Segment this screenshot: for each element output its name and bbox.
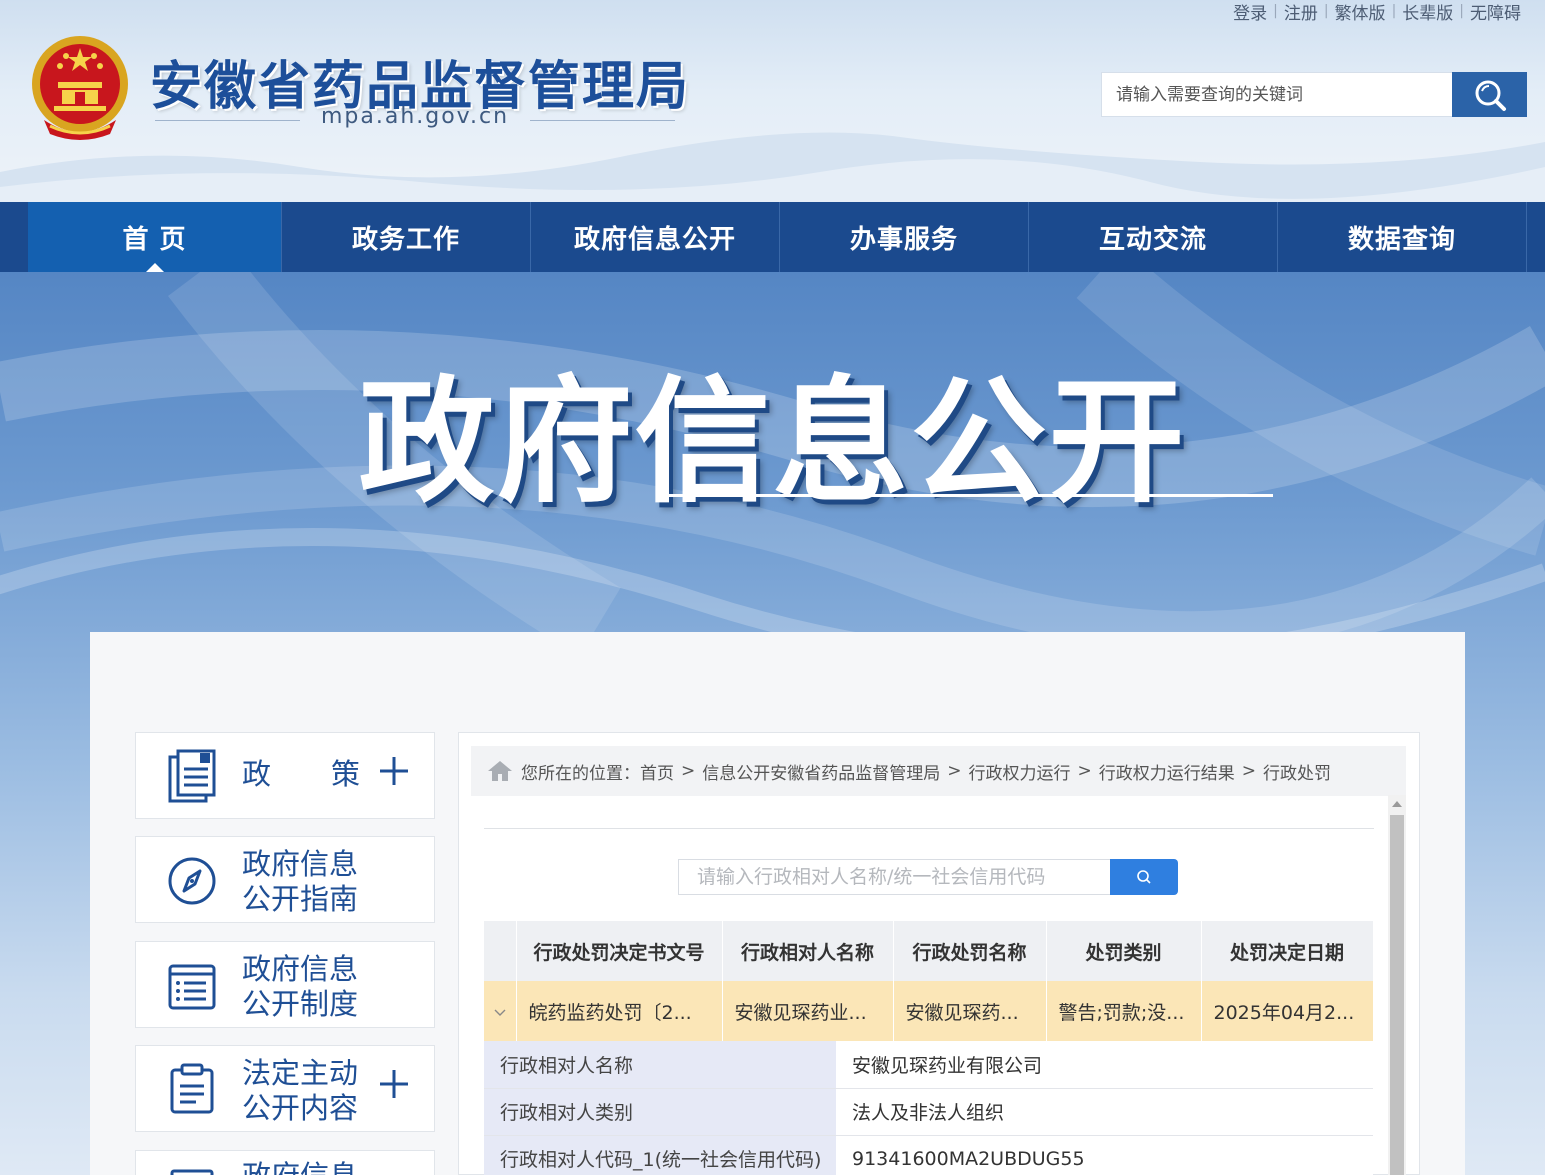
breadcrumb-prefix: 您所在的位置： xyxy=(521,763,640,784)
login-link[interactable]: 登录 xyxy=(1227,0,1273,24)
scroll-up-arrow-icon[interactable] xyxy=(1392,801,1402,807)
top-links: 登录 | 注册 | 繁体版 | 长辈版 | 无障碍 xyxy=(1227,0,1527,24)
table-cell: 安徽见琛药... xyxy=(893,981,1047,1041)
nav-item-data-query[interactable]: 数据查询 xyxy=(1278,202,1527,272)
nav-item-information-disclosure[interactable]: 政府信息公开 xyxy=(531,202,780,272)
sidebar-item-label: 公开内容 xyxy=(242,1091,359,1125)
accessibility-link[interactable]: 无障碍 xyxy=(1464,0,1527,24)
breadcrumb-admin-penalty[interactable]: 行政处罚 xyxy=(1263,759,1331,784)
breadcrumb-admin-power[interactable]: 行政权力运行 xyxy=(969,759,1071,784)
breadcrumb-bureau[interactable]: 信息公开安徽省药品监督管理局 xyxy=(702,759,940,784)
banner-title: 政府信息公开 xyxy=(358,364,1187,522)
detail-value: 法人及非法人组织 xyxy=(836,1088,1373,1136)
search-icon xyxy=(1137,870,1151,884)
detail-row: 行政相对人代码_1(统一社会信用代码) 91341600MA2UBDUG55 xyxy=(484,1135,1373,1175)
site-search-input[interactable] xyxy=(1101,72,1452,117)
table-header-row: 行政处罚决定书文号 行政相对人名称 行政处罚名称 处罚类别 处罚决定日期 xyxy=(484,921,1374,981)
sidebar-item-label: 公开指南 xyxy=(242,882,359,916)
site-search xyxy=(1101,72,1527,117)
sidebar-item-label: 策 xyxy=(330,757,360,791)
search-icon xyxy=(1475,80,1506,111)
banner-underline xyxy=(663,494,1273,497)
scrollbar[interactable] xyxy=(1388,795,1406,1175)
detail-row: 行政相对人名称 安徽见琛药业有限公司 xyxy=(484,1041,1373,1089)
content-panel: 政 策 政府信息 公开指南 政府信息 公开制度 法定主动 公开内容 您所在的位置… xyxy=(90,632,1465,1175)
site-domain: mpa.ah.gov.cn xyxy=(155,104,675,129)
register-link[interactable]: 注册 xyxy=(1278,0,1324,24)
table-cell: 安徽见琛药业... xyxy=(722,981,894,1041)
compass-icon xyxy=(168,857,216,905)
penalty-search xyxy=(678,859,1178,895)
table-row[interactable]: 皖药监药处罚〔2... 安徽见琛药业... 安徽见琛药... 警告;罚款;没..… xyxy=(484,981,1374,1041)
detail-value: 91341600MA2UBDUG55 xyxy=(836,1135,1373,1175)
site-header: 登录 | 注册 | 繁体版 | 长辈版 | 无障碍 安徽省药品监督管理局 mpa.ah.… xyxy=(0,0,1545,202)
detail-key: 行政相对人类别 xyxy=(484,1088,836,1136)
site-search-button[interactable] xyxy=(1452,72,1527,117)
expand-plus-icon[interactable] xyxy=(378,1068,410,1100)
national-emblem-icon xyxy=(32,36,128,140)
document-icon xyxy=(168,749,216,803)
sidebar-item-label: 政 xyxy=(242,757,272,791)
sidebar-item-policy[interactable]: 政 策 xyxy=(135,732,435,819)
main-content: 您所在的位置： 首页 > 信息公开安徽省药品监督管理局 > 行政权力运行 > 行… xyxy=(458,732,1420,1175)
penalty-search-input[interactable] xyxy=(678,859,1110,895)
detail-value: 安徽见琛药业有限公司 xyxy=(836,1041,1373,1089)
table-header: 行政相对人名称 xyxy=(722,921,894,981)
nav-item-services[interactable]: 办事服务 xyxy=(780,202,1029,272)
breadcrumb: 您所在的位置： 首页 > 信息公开安徽省药品监督管理局 > 行政权力运行 > 行… xyxy=(471,746,1406,796)
penalty-search-button[interactable] xyxy=(1110,859,1178,895)
sidebar-item-government-information[interactable]: 政府信息 xyxy=(135,1150,435,1175)
row-toggle[interactable] xyxy=(484,981,517,1041)
table-header: 处罚决定日期 xyxy=(1201,921,1374,981)
table-header: 处罚类别 xyxy=(1046,921,1202,981)
sidebar-item-label: 法定主动 xyxy=(242,1056,359,1090)
elder-version-link[interactable]: 长辈版 xyxy=(1396,0,1459,24)
table-header: 行政处罚名称 xyxy=(893,921,1047,981)
nav-item-home[interactable]: 首 页 xyxy=(28,202,282,272)
list-icon xyxy=(168,964,216,1010)
detail-key: 行政相对人代码_1(统一社会信用代码) xyxy=(484,1135,836,1175)
nav-item-interaction[interactable]: 互动交流 xyxy=(1029,202,1278,272)
breadcrumb-separator: > xyxy=(1077,761,1092,781)
home-icon xyxy=(488,761,512,781)
clipboard-icon xyxy=(170,1063,214,1114)
detail-row: 行政相对人类别 法人及非法人组织 xyxy=(484,1088,1373,1136)
document-icon xyxy=(170,1169,214,1175)
penalty-detail-table: 行政相对人名称 安徽见琛药业有限公司 行政相对人类别 法人及非法人组织 行政相对… xyxy=(484,1041,1373,1175)
breadcrumb-separator: > xyxy=(947,761,962,781)
sidebar-item-disclosure-system[interactable]: 政府信息 公开制度 xyxy=(135,941,435,1028)
table-cell: 2025年04月2... xyxy=(1201,981,1374,1041)
table-cell: 警告;罚款;没... xyxy=(1046,981,1202,1041)
sidebar-item-label: 政府信息 xyxy=(242,952,359,986)
sidebar-item-label: 公开制度 xyxy=(242,987,359,1021)
sidebar-item-disclosure-guide[interactable]: 政府信息 公开指南 xyxy=(135,836,435,923)
table-header: 行政处罚决定书文号 xyxy=(516,921,723,981)
breadcrumb-separator: > xyxy=(1241,761,1256,781)
chevron-down-icon xyxy=(494,1009,506,1016)
main-nav: 首 页 政务工作 政府信息公开 办事服务 互动交流 数据查询 xyxy=(0,202,1545,272)
breadcrumb-separator: > xyxy=(681,761,696,781)
sidebar-item-label: 政府信息 xyxy=(242,1159,358,1175)
sidebar-item-statutory-content[interactable]: 法定主动 公开内容 xyxy=(135,1045,435,1132)
expand-plus-icon[interactable] xyxy=(378,755,410,787)
traditional-chinese-link[interactable]: 繁体版 xyxy=(1329,0,1392,24)
nav-item-government-affairs[interactable]: 政务工作 xyxy=(282,202,531,272)
divider xyxy=(484,828,1374,829)
breadcrumb-admin-power-results[interactable]: 行政权力运行结果 xyxy=(1099,759,1235,784)
embedded-frame: 行政处罚决定书文号 行政相对人名称 行政处罚名称 处罚类别 处罚决定日期 xyxy=(484,795,1406,1175)
scrollbar-thumb[interactable] xyxy=(1390,815,1404,1175)
breadcrumb-home[interactable]: 首页 xyxy=(640,759,674,784)
penalty-table: 行政处罚决定书文号 行政相对人名称 行政处罚名称 处罚类别 处罚决定日期 皖药监… xyxy=(484,921,1374,1041)
table-cell: 皖药监药处罚〔2... xyxy=(516,981,723,1041)
table-header-expand xyxy=(484,921,517,981)
detail-key: 行政相对人名称 xyxy=(484,1041,836,1089)
sidebar-item-label: 政府信息 xyxy=(242,847,359,881)
